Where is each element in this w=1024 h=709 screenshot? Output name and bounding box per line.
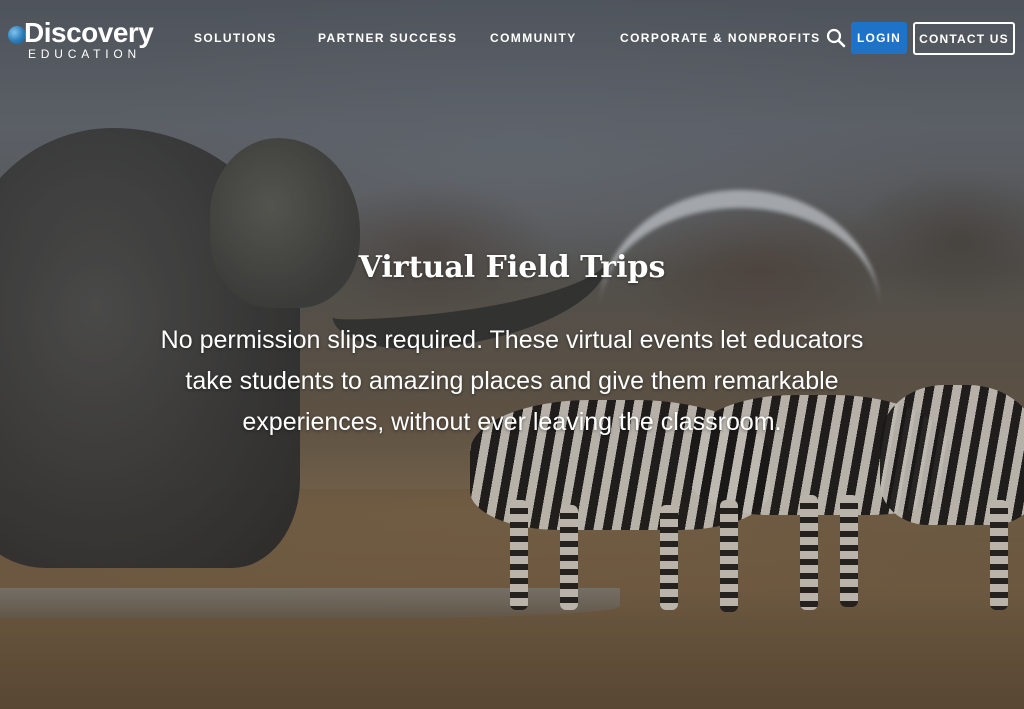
site-header: Discovery EDUCATION SOLUTIONS PARTNER SU…	[0, 0, 1024, 76]
contact-us-button[interactable]: CONTACT US	[913, 22, 1015, 55]
search-icon[interactable]	[826, 28, 846, 48]
nav-item-corporate-nonprofits[interactable]: CORPORATE & NONPROFITS	[620, 31, 821, 45]
login-button[interactable]: LOGIN	[851, 22, 907, 54]
hero-description: No permission slips required. These virt…	[160, 326, 864, 436]
search-icon-glyph	[826, 28, 846, 48]
discovery-education-logo[interactable]: Discovery EDUCATION	[8, 17, 158, 61]
logo-wordmark-bottom: EDUCATION	[28, 47, 141, 61]
hero-title: Virtual Field Trips	[358, 250, 666, 285]
nav-item-partner-success[interactable]: PARTNER SUCCESS	[318, 31, 457, 45]
page: Discovery EDUCATION SOLUTIONS PARTNER SU…	[0, 0, 1024, 709]
nav-item-solutions[interactable]: SOLUTIONS	[194, 31, 277, 45]
nav-item-community[interactable]: COMMUNITY	[490, 31, 577, 45]
logo-wordmark-top: Discovery	[24, 17, 154, 48]
